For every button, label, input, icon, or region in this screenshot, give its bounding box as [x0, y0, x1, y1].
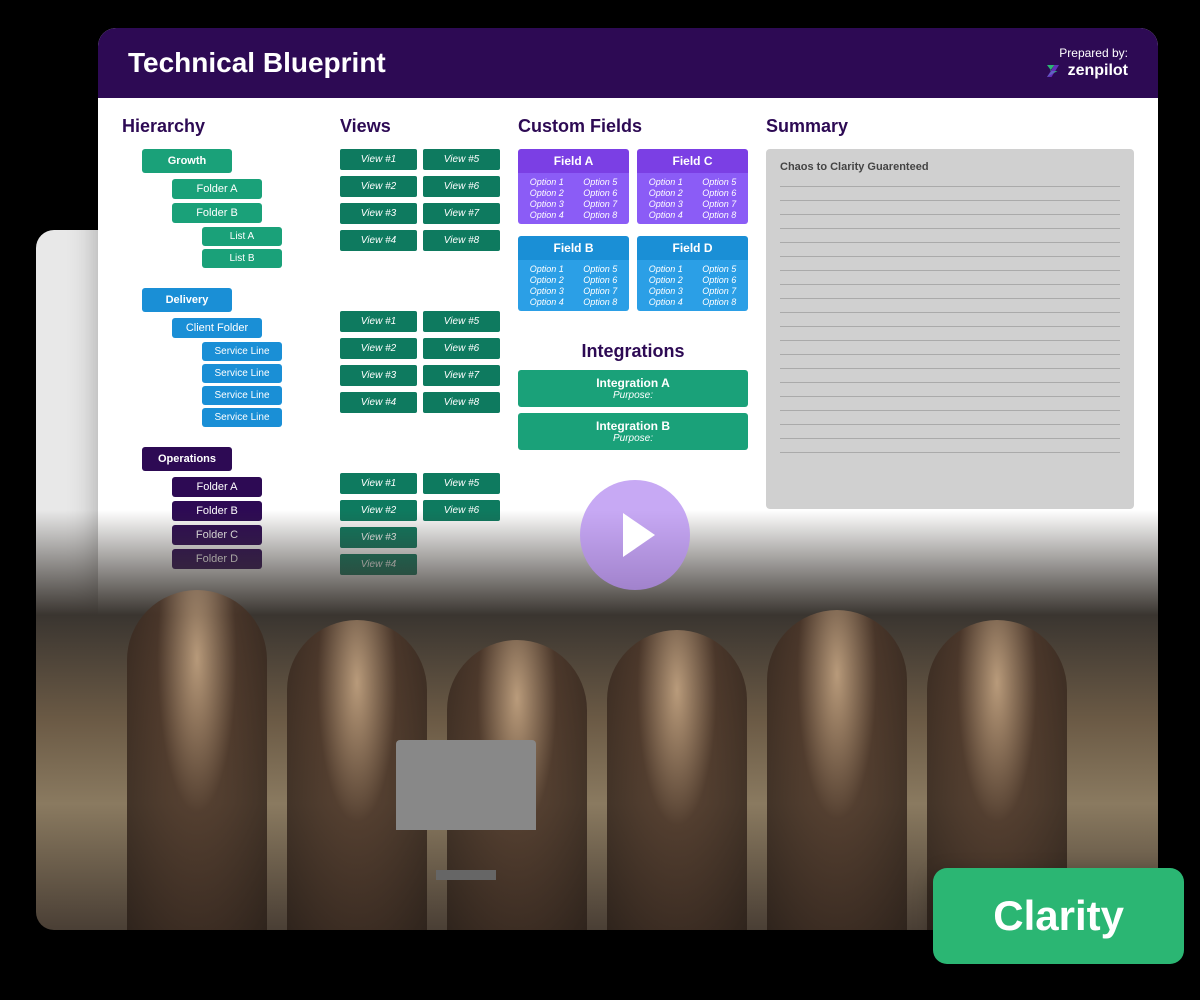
view-chip: View #4: [340, 392, 417, 413]
tree-folder: Folder A: [172, 477, 262, 497]
tree-folder: Folder A: [172, 179, 262, 199]
zenpilot-logo-icon: [1044, 62, 1062, 80]
tree-folder: Client Folder: [172, 318, 262, 338]
prepared-by-label: Prepared by:: [1044, 46, 1128, 60]
view-chip: View #7: [423, 203, 500, 224]
view-chip: View #7: [423, 365, 500, 386]
brand-name: zenpilot: [1068, 62, 1128, 80]
tree-list: Service Line: [202, 342, 282, 361]
summary-heading: Summary: [766, 116, 1134, 137]
views-group-2: View #1 View #5 View #2 View #6 View #3 …: [340, 311, 500, 413]
hierarchy-delivery: Delivery Client Folder Service Line Serv…: [122, 288, 322, 427]
integrations-heading: Integrations: [518, 341, 748, 362]
tree-list: Service Line: [202, 408, 282, 427]
view-chip: View #1: [340, 311, 417, 332]
view-chip: View #3: [340, 365, 417, 386]
integration-item: Integration A Purpose:: [518, 370, 748, 407]
tree-list: List B: [202, 249, 282, 268]
hierarchy-heading: Hierarchy: [122, 116, 322, 137]
field-d: Field D Option 1Option 5 Option 2Option …: [637, 236, 748, 311]
tree-root: Operations: [142, 447, 232, 471]
tree-list: Service Line: [202, 364, 282, 383]
view-chip: View #2: [340, 176, 417, 197]
view-chip: View #8: [423, 392, 500, 413]
summary-tagline: Chaos to Clarity Guarenteed: [780, 161, 1120, 173]
tree-list: List A: [202, 227, 282, 246]
view-chip: View #1: [340, 473, 417, 494]
hierarchy-growth: Growth Folder A Folder B List A List B: [122, 149, 322, 268]
view-chip: View #4: [340, 230, 417, 251]
view-chip: View #6: [423, 176, 500, 197]
view-chip: View #5: [423, 473, 500, 494]
fields-heading: Custom Fields: [518, 116, 748, 137]
tree-list: Service Line: [202, 386, 282, 405]
summary-panel: Chaos to Clarity Guarenteed: [766, 149, 1134, 509]
view-chip: View #8: [423, 230, 500, 251]
tree-root: Growth: [142, 149, 232, 173]
play-icon: [623, 513, 655, 557]
integration-item: Integration B Purpose:: [518, 413, 748, 450]
view-chip: View #3: [340, 203, 417, 224]
card-header: Technical Blueprint Prepared by: zenpilo…: [98, 28, 1158, 98]
view-chip: View #5: [423, 149, 500, 170]
clarity-button[interactable]: Clarity: [933, 868, 1184, 964]
field-b: Field B Option 1Option 5 Option 2Option …: [518, 236, 629, 311]
tree-folder: Folder B: [172, 203, 262, 223]
view-chip: View #2: [340, 338, 417, 359]
field-c: Field C Option 1Option 5 Option 2Option …: [637, 149, 748, 224]
views-heading: Views: [340, 116, 500, 137]
play-button[interactable]: [580, 480, 690, 590]
page-title: Technical Blueprint: [128, 47, 386, 79]
views-group-1: View #1 View #5 View #2 View #6 View #3 …: [340, 149, 500, 251]
field-a: Field A Option 1Option 5 Option 2Option …: [518, 149, 629, 224]
view-chip: View #1: [340, 149, 417, 170]
tree-root: Delivery: [142, 288, 232, 312]
view-chip: View #5: [423, 311, 500, 332]
view-chip: View #6: [423, 338, 500, 359]
